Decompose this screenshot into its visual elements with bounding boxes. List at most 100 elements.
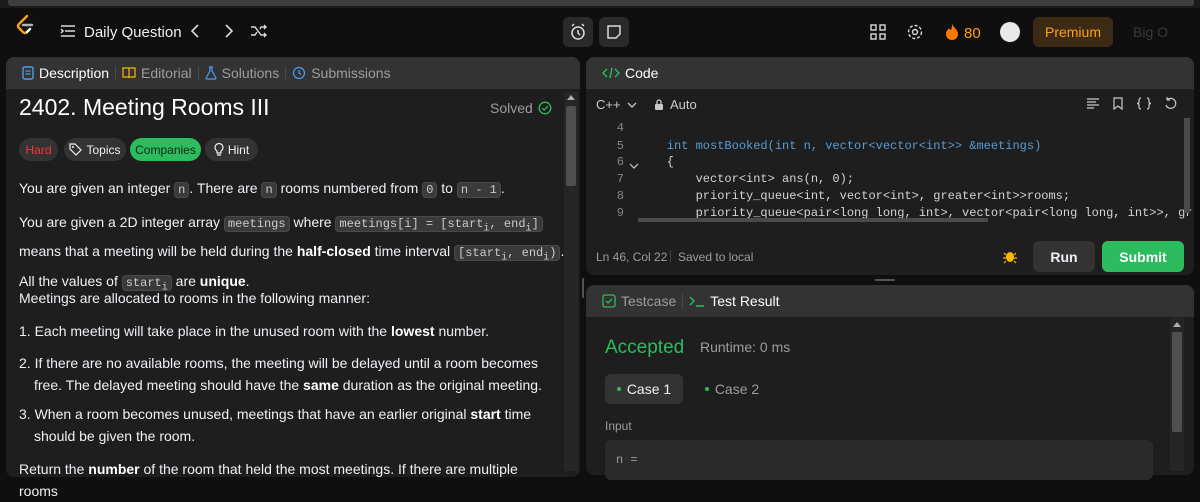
streak-flame-icon[interactable] bbox=[945, 23, 959, 41]
window-scrollbar[interactable] bbox=[8, 0, 1194, 6]
reset-code-icon[interactable] bbox=[1164, 97, 1178, 110]
settings-gear-icon[interactable] bbox=[906, 23, 924, 41]
checkbox-icon bbox=[602, 294, 616, 308]
code-line: priority_queue<int, vector<int>, greater… bbox=[638, 189, 1071, 203]
big-o-label: Big O bbox=[1133, 24, 1169, 40]
terminal-icon bbox=[689, 295, 705, 307]
timer-icon[interactable] bbox=[563, 17, 593, 47]
tab-solutions[interactable]: Solutions bbox=[199, 65, 286, 81]
bold-text: start bbox=[470, 406, 501, 422]
tab-testcase-label: Testcase bbox=[621, 293, 677, 309]
window-top-strip bbox=[0, 0, 1200, 8]
notes-icon[interactable] bbox=[599, 17, 629, 47]
horizontal-resize-handle[interactable] bbox=[875, 279, 895, 281]
problem-title: 2402. Meeting Rooms III bbox=[19, 94, 270, 120]
topics-button[interactable]: Topics bbox=[64, 138, 126, 161]
scroll-thumb[interactable] bbox=[566, 106, 576, 186]
debug-bug-icon[interactable] bbox=[1002, 248, 1018, 264]
inline-code: n bbox=[261, 182, 277, 198]
code-brackets-icon bbox=[602, 67, 620, 79]
shuffle-icon[interactable] bbox=[250, 24, 268, 38]
inline-code: [starti, endi) bbox=[454, 245, 561, 264]
inline-code: 0 bbox=[422, 182, 438, 198]
editor-vertical-scrollbar[interactable] bbox=[1184, 118, 1190, 218]
tab-editorial[interactable]: Editorial bbox=[116, 65, 198, 81]
vertical-resize-handle[interactable] bbox=[582, 278, 584, 298]
tab-test-result[interactable]: Test Result bbox=[683, 293, 785, 309]
runtime-label: Runtime: 0 ms bbox=[700, 339, 791, 355]
difficulty-badge[interactable]: Hard bbox=[19, 138, 58, 161]
book-icon bbox=[122, 67, 136, 79]
input-box[interactable]: n = bbox=[605, 440, 1153, 480]
format-code-icon[interactable] bbox=[1086, 98, 1100, 110]
tab-solutions-label: Solutions bbox=[221, 65, 280, 81]
companies-button[interactable]: Companies bbox=[130, 138, 201, 161]
result-scrollbar[interactable] bbox=[1170, 318, 1184, 471]
premium-button[interactable]: Premium bbox=[1033, 17, 1113, 47]
tab-testcase[interactable]: Testcase bbox=[596, 293, 682, 309]
problem-paragraph-1: You are given an integer n. There are n … bbox=[19, 177, 559, 201]
leetcode-logo-icon[interactable] bbox=[14, 14, 36, 36]
text: means that a meeting will be held during… bbox=[19, 243, 297, 260]
language-select[interactable]: C++ bbox=[596, 97, 637, 112]
streak-count[interactable]: 80 bbox=[964, 25, 981, 42]
scroll-thumb[interactable] bbox=[1184, 118, 1190, 213]
code-text: [start bbox=[458, 246, 502, 261]
problem-list-label[interactable]: Daily Question bbox=[84, 24, 182, 41]
verdict-label: Accepted bbox=[605, 337, 685, 358]
editor-horizontal-scrollbar[interactable] bbox=[638, 218, 988, 222]
code-line: { bbox=[638, 155, 675, 169]
case-1-label: Case 1 bbox=[626, 381, 672, 397]
code-line: int mostBooked(int n, vector<vector<int>… bbox=[638, 139, 1042, 153]
problem-paragraph-4: Return the number of the room that held … bbox=[19, 458, 559, 502]
pass-dot-icon bbox=[616, 387, 621, 391]
tab-submissions-label: Submissions bbox=[311, 65, 391, 81]
rule-item-2: 2. If there are no available rooms, the … bbox=[19, 352, 559, 396]
input-label: Input bbox=[605, 419, 632, 433]
line-number: 4 bbox=[616, 121, 624, 135]
text: where bbox=[289, 214, 336, 230]
case-1-tab[interactable]: Case 1 bbox=[605, 374, 683, 404]
code-text: meetings[i] = [start bbox=[339, 217, 484, 231]
description-tabbar: Description Editorial Solutions Submissi… bbox=[6, 57, 580, 89]
curly-braces-icon[interactable] bbox=[1136, 97, 1152, 110]
tab-editorial-label: Editorial bbox=[141, 65, 192, 81]
auto-mode-toggle[interactable]: Auto bbox=[654, 97, 697, 112]
tab-code[interactable]: Code bbox=[596, 65, 664, 81]
layout-grid-icon[interactable] bbox=[870, 24, 886, 40]
prev-problem-icon[interactable] bbox=[190, 24, 200, 38]
tab-description[interactable]: Description bbox=[16, 65, 115, 81]
line-number: 5 bbox=[616, 139, 624, 153]
rule-item-3: 3. When a room becomes unused, meetings … bbox=[19, 403, 559, 447]
case-2-label: Case 2 bbox=[714, 381, 760, 397]
text: 2. If there are no available rooms, the … bbox=[19, 355, 539, 371]
lightbulb-icon bbox=[214, 142, 224, 157]
problem-paragraph-3: Meetings are allocated to rooms in the f… bbox=[19, 290, 370, 306]
line-number: 9 bbox=[616, 206, 624, 220]
next-problem-icon[interactable] bbox=[224, 24, 234, 38]
history-icon bbox=[292, 66, 306, 80]
scroll-up-icon[interactable] bbox=[1173, 322, 1181, 327]
scroll-thumb[interactable] bbox=[1172, 332, 1182, 432]
user-avatar[interactable] bbox=[1000, 22, 1020, 42]
hint-button[interactable]: Hint bbox=[205, 138, 258, 161]
tab-submissions[interactable]: Submissions bbox=[286, 65, 396, 81]
bookmark-icon[interactable] bbox=[1113, 97, 1123, 110]
pass-dot-icon bbox=[704, 387, 709, 391]
submit-button[interactable]: Submit bbox=[1102, 241, 1184, 272]
solved-status-label: Solved bbox=[490, 100, 533, 116]
description-scrollbar[interactable] bbox=[564, 92, 578, 471]
code-text: , end bbox=[507, 246, 544, 261]
line-number: 6 bbox=[616, 155, 624, 169]
topics-label: Topics bbox=[86, 142, 121, 157]
solved-status: Solved bbox=[490, 100, 552, 116]
problem-list-icon[interactable] bbox=[60, 24, 76, 38]
code-editor[interactable]: 4 5 6 7 8 9 int mostBooked(int n, vector… bbox=[588, 118, 1192, 222]
run-button[interactable]: Run bbox=[1033, 241, 1095, 272]
case-2-tab[interactable]: Case 2 bbox=[697, 374, 767, 404]
scroll-up-icon[interactable] bbox=[567, 95, 575, 100]
text: time interval bbox=[370, 243, 454, 260]
lock-icon bbox=[654, 98, 664, 111]
code-line: vector<int> ans(n, 0); bbox=[638, 172, 855, 186]
code-text: , end bbox=[489, 217, 526, 231]
